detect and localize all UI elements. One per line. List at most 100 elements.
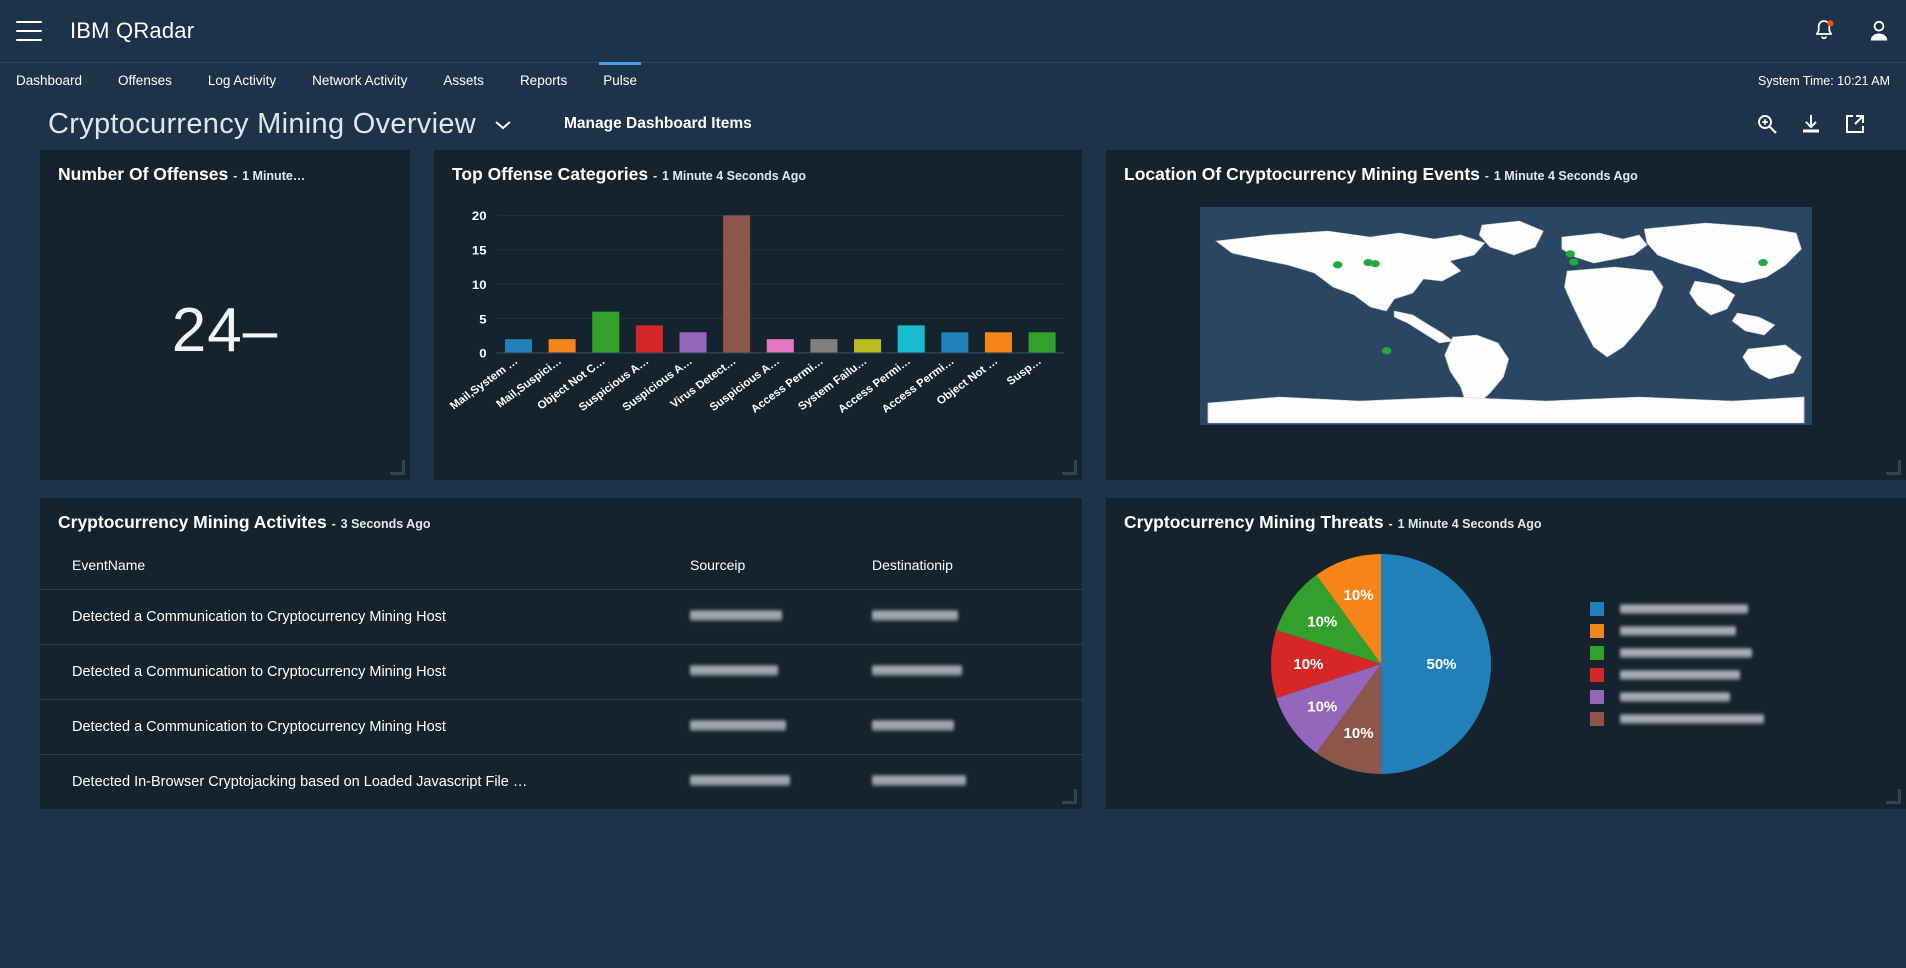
- svg-text:Access Permi…: Access Permi…: [880, 356, 957, 416]
- legend-item[interactable]: [1590, 624, 1764, 638]
- cell-eventname: Detected a Communication to Cryptocurren…: [40, 645, 690, 700]
- svg-text:10%: 10%: [1307, 613, 1337, 630]
- svg-text:5: 5: [479, 312, 486, 327]
- cell-eventname: Detected a Communication to Cryptocurren…: [40, 590, 690, 645]
- legend-swatch: [1590, 712, 1604, 726]
- manage-dashboard-items-button[interactable]: Manage Dashboard Items: [564, 115, 752, 133]
- cell-sourceip: [690, 755, 872, 810]
- table-row[interactable]: Detected a Communication to Cryptocurren…: [40, 590, 1082, 645]
- svg-text:50%: 50%: [1426, 656, 1456, 673]
- svg-text:0: 0: [479, 346, 486, 361]
- widget-title-text: Location Of Cryptocurrency Mining Events: [1124, 164, 1480, 184]
- nav-tab-pulse[interactable]: Pulse: [585, 63, 655, 98]
- cell-sourceip: [690, 590, 872, 645]
- widget-title: Location Of Cryptocurrency Mining Events…: [1106, 150, 1906, 185]
- legend-label-redacted: [1620, 626, 1736, 636]
- widget-title-text: Number Of Offenses: [58, 164, 228, 184]
- bell-icon[interactable]: [1812, 18, 1836, 44]
- table-row[interactable]: Detected In-Browser Cryptojacking based …: [40, 755, 1082, 810]
- nav-tab-log-activity[interactable]: Log Activity: [190, 63, 294, 98]
- cell-destinationip: [872, 645, 1082, 700]
- cell-destinationip: [872, 590, 1082, 645]
- widget-updated-time: 1 Minute 4 Seconds Ago: [1398, 517, 1542, 531]
- widget-updated-time: 1 Minute 4 Seconds Ago: [1494, 169, 1638, 183]
- widget-mining-activities[interactable]: Cryptocurrency Mining Activites - 3 Seco…: [40, 498, 1082, 809]
- svg-text:10%: 10%: [1344, 587, 1374, 604]
- legend-swatch: [1590, 624, 1604, 638]
- bar-chart-svg: 05101520Mail,System …Mail,Suspici…Object…: [444, 199, 1072, 465]
- widget-updated-time: 3 Seconds Ago: [341, 517, 431, 531]
- main-navigation: Dashboard Offenses Log Activity Network …: [0, 62, 1906, 98]
- column-header-eventname[interactable]: EventName: [40, 547, 690, 590]
- nav-label: Log Activity: [208, 73, 276, 88]
- nav-label: Reports: [520, 73, 567, 88]
- svg-text:Access Permi…: Access Permi…: [749, 356, 826, 416]
- column-header-destinationip[interactable]: Destinationip: [872, 547, 1082, 590]
- dashboard-toolbar: [1756, 98, 1866, 150]
- legend-item[interactable]: [1590, 646, 1764, 660]
- svg-text:10%: 10%: [1307, 699, 1337, 716]
- hamburger-icon[interactable]: [16, 21, 42, 41]
- zoom-in-icon[interactable]: [1756, 113, 1778, 135]
- cell-sourceip: [690, 645, 872, 700]
- legend-label-redacted: [1620, 714, 1764, 724]
- chevron-down-icon[interactable]: [494, 118, 512, 135]
- pie-chart-area: 50% 10% 10% 10% 10% 10%: [1106, 533, 1906, 777]
- column-header-sourceip[interactable]: Sourceip: [690, 547, 872, 590]
- widget-title: Cryptocurrency Mining Activites - 3 Seco…: [40, 498, 1082, 533]
- legend-label-redacted: [1620, 604, 1748, 614]
- svg-text:10%: 10%: [1293, 656, 1323, 673]
- title-separator: -: [233, 169, 237, 183]
- widget-top-offense-categories[interactable]: Top Offense Categories - 1 Minute 4 Seco…: [434, 150, 1082, 480]
- nav-tab-offenses[interactable]: Offenses: [100, 63, 190, 98]
- widget-mining-threats[interactable]: Cryptocurrency Mining Threats - 1 Minute…: [1106, 498, 1906, 809]
- table-header-row: EventName Sourceip Destinationip: [40, 547, 1082, 590]
- svg-text:Access Permi…: Access Permi…: [836, 356, 913, 416]
- world-map[interactable]: [1200, 207, 1812, 425]
- nav-tab-reports[interactable]: Reports: [502, 63, 585, 98]
- widget-number-of-offenses[interactable]: Number Of Offenses - 1 Minute… 24–: [40, 150, 410, 480]
- nav-tab-assets[interactable]: Assets: [425, 63, 502, 98]
- widget-title: Cryptocurrency Mining Threats - 1 Minute…: [1106, 498, 1906, 533]
- nav-label: Dashboard: [16, 73, 82, 88]
- legend-swatch: [1590, 646, 1604, 660]
- legend-item[interactable]: [1590, 668, 1764, 682]
- user-avatar-icon[interactable]: [1866, 18, 1892, 44]
- legend-label-redacted: [1620, 692, 1730, 702]
- offense-count: 24–: [40, 185, 410, 475]
- redacted-value: [690, 665, 778, 676]
- redacted-value: [872, 720, 954, 731]
- legend-item[interactable]: [1590, 602, 1764, 616]
- widget-location-of-events[interactable]: Location Of Cryptocurrency Mining Events…: [1106, 150, 1906, 480]
- legend-label-redacted: [1620, 648, 1752, 658]
- download-icon[interactable]: [1800, 113, 1822, 135]
- table-row[interactable]: Detected a Communication to Cryptocurren…: [40, 700, 1082, 755]
- system-time: System Time: 10:21 AM: [1758, 63, 1890, 99]
- cell-destinationip: [872, 755, 1082, 810]
- widget-updated-time: 1 Minute…: [242, 169, 305, 183]
- legend-item[interactable]: [1590, 690, 1764, 704]
- redacted-value: [690, 720, 786, 731]
- legend-label-redacted: [1620, 670, 1740, 680]
- dashboard-title: Cryptocurrency Mining Overview: [48, 108, 476, 141]
- pie-legend: [1590, 602, 1764, 726]
- legend-swatch: [1590, 602, 1604, 616]
- table-row[interactable]: Detected a Communication to Cryptocurren…: [40, 645, 1082, 700]
- nav-tab-network-activity[interactable]: Network Activity: [294, 63, 425, 98]
- redacted-value: [872, 665, 962, 676]
- app-brand: IBM QRadar: [70, 18, 194, 44]
- cell-eventname: Detected a Communication to Cryptocurren…: [40, 700, 690, 755]
- legend-item[interactable]: [1590, 712, 1764, 726]
- bar-chart: 05101520Mail,System …Mail,Suspici…Object…: [434, 185, 1082, 465]
- widget-updated-time: 1 Minute 4 Seconds Ago: [662, 169, 806, 183]
- title-separator: -: [1389, 517, 1393, 531]
- pie-chart[interactable]: 50% 10% 10% 10% 10% 10%: [1216, 551, 1546, 777]
- svg-text:10%: 10%: [1344, 725, 1374, 742]
- redacted-value: [690, 610, 782, 621]
- widget-title: Top Offense Categories - 1 Minute 4 Seco…: [434, 150, 1082, 185]
- nav-tab-dashboard[interactable]: Dashboard: [0, 63, 100, 98]
- redacted-value: [872, 775, 966, 786]
- svg-text:15: 15: [472, 243, 487, 258]
- open-external-icon[interactable]: [1844, 113, 1866, 135]
- top-bar-actions: [1812, 0, 1892, 62]
